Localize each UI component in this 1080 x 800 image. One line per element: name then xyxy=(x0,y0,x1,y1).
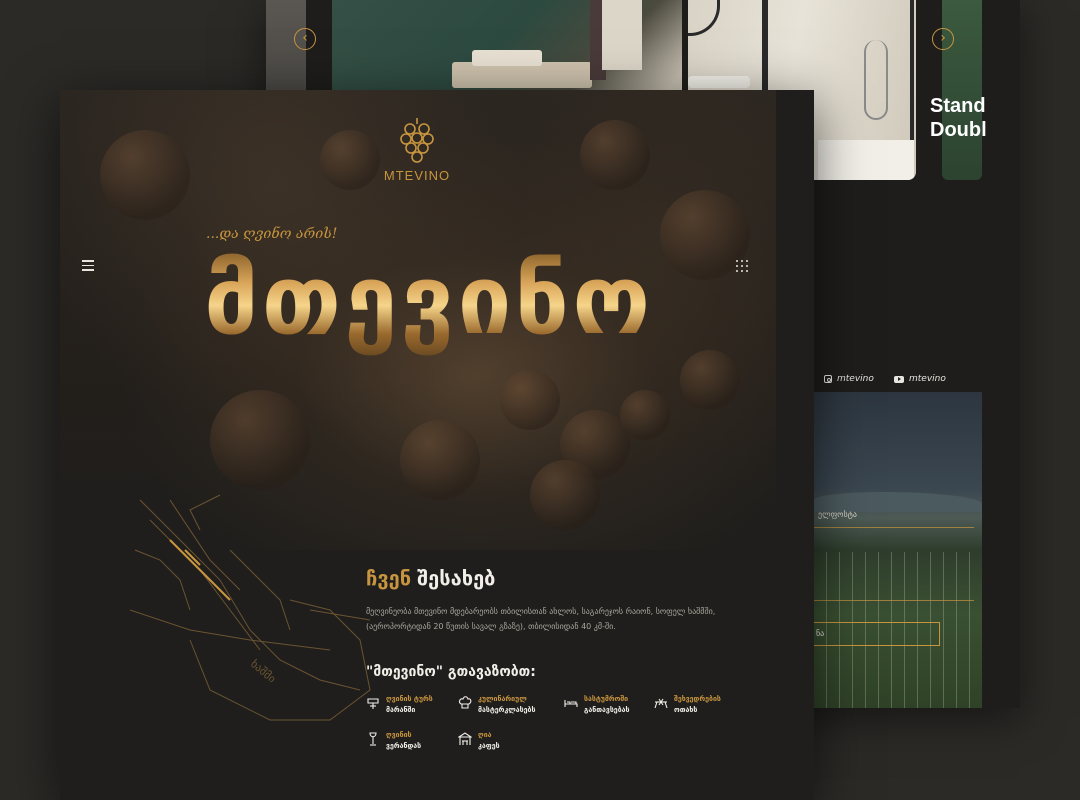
room-title: Stand Doubl xyxy=(930,94,987,142)
slide-image-next-partial xyxy=(942,0,982,180)
youtube-link[interactable]: mtevino xyxy=(894,374,946,384)
service-item-wine-tour[interactable]: ღვინის ტურს მარანში xyxy=(366,694,433,716)
hero-title: მთევინო xyxy=(204,244,654,356)
vineyard-contact-section: ელფოსტა ნა xyxy=(814,392,982,708)
slider-next-button[interactable]: › xyxy=(932,28,954,50)
grape-logo-icon xyxy=(400,118,434,163)
instagram-handle: mtevino xyxy=(837,374,874,384)
service-label-2: კაფეს xyxy=(478,742,500,750)
logo-text: MTEVINO xyxy=(383,168,451,183)
hamburger-menu-icon[interactable] xyxy=(82,260,94,271)
room-title-line2: Doubl xyxy=(930,119,987,141)
about-heading: ჩვენ შესახებ xyxy=(366,566,495,590)
service-item-meeting-room[interactable]: შეხვედრების ოთახს xyxy=(654,694,721,716)
bed-icon xyxy=(564,700,578,707)
instagram-link[interactable]: mtevino xyxy=(824,374,874,384)
email-field-line[interactable] xyxy=(814,527,974,528)
service-item-cooking[interactable]: კულინარიულ მასტერკლასებს xyxy=(458,694,535,716)
wine-glass-icon xyxy=(369,732,377,746)
service-label-1: სასტუმროში xyxy=(584,695,629,703)
service-label-1: ღვინის ტურს xyxy=(386,695,433,703)
service-label-2: ვერანდას xyxy=(386,742,422,750)
field-line[interactable] xyxy=(814,600,974,601)
about-heading-gold: ჩვენ xyxy=(366,566,412,590)
cafe-icon xyxy=(458,732,472,745)
offer-heading: "მთევინო" გთავაზობთ: xyxy=(366,664,536,680)
slider-prev-button[interactable]: ‹ xyxy=(294,28,316,50)
service-item-cafe[interactable]: ღია კაფეს xyxy=(458,730,500,752)
map-label: ხაშმი xyxy=(248,657,278,685)
youtube-handle: mtevino xyxy=(909,374,946,384)
event-icon xyxy=(654,698,668,709)
hero-tagline: ...და ღვინო არის! xyxy=(206,226,338,242)
about-heading-white: შესახებ xyxy=(417,566,496,590)
email-label: ელფოსტა xyxy=(818,510,857,519)
submit-button[interactable]: ნა xyxy=(814,622,940,646)
about-description: მეღვინეობა მთევინო მდებარეობს თბილისთან … xyxy=(366,607,716,631)
service-item-wine-veranda[interactable]: ღვინის ვერანდას xyxy=(366,730,421,752)
service-label-1: შეხვედრების xyxy=(674,695,721,703)
chef-hat-icon xyxy=(458,696,472,709)
service-label-2: ოთახს xyxy=(674,706,698,714)
room-title-line1: Stand xyxy=(930,95,986,117)
service-label-2: განთავსებას xyxy=(584,706,630,714)
main-mockup-page: MTEVINO ...და ღვინო არის! მთევინო ხაშმი … xyxy=(60,90,814,800)
service-label-1: ღია xyxy=(478,731,492,739)
youtube-icon xyxy=(894,375,904,383)
service-label-2: მასტერკლასებს xyxy=(478,706,536,714)
apps-grid-icon[interactable] xyxy=(736,260,748,272)
service-label-1: კულინარიულ xyxy=(478,695,527,703)
service-item-hotel[interactable]: სასტუმროში განთავსებას xyxy=(564,694,630,716)
brand-logo[interactable]: MTEVINO xyxy=(382,116,452,183)
service-label-1: ღვინის xyxy=(386,731,412,739)
service-label-2: მარანში xyxy=(386,706,416,714)
wine-tour-icon xyxy=(367,698,379,709)
instagram-icon xyxy=(824,375,832,383)
location-map: ხაშმი xyxy=(130,494,371,721)
